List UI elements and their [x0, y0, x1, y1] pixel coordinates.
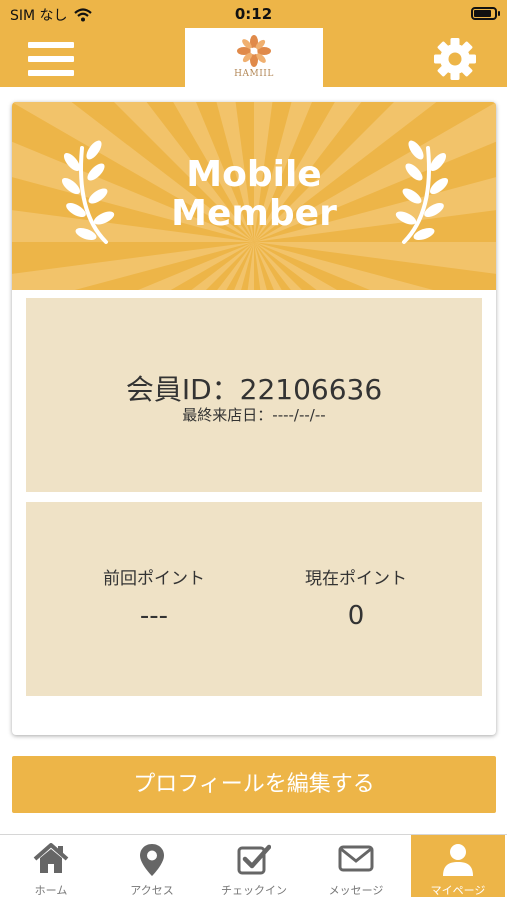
last-visit-date: 最終来店日：----/--/-- [182, 406, 326, 424]
tab-label: チェックイン [221, 884, 287, 897]
previous-points-value: --- [139, 601, 169, 631]
member-banner: Mobile Member [12, 102, 496, 290]
tab-label: メッセージ [328, 884, 384, 897]
banner-title-line2: Member [171, 193, 337, 234]
status-time: 0:12 [234, 5, 273, 23]
current-points-label: 現在ポイント [305, 569, 407, 589]
battery-fill [474, 10, 491, 17]
points-panel: 前回ポイント --- 現在ポイント 0 [26, 502, 482, 696]
map-pin-icon [140, 844, 164, 876]
current-points: 現在ポイント 0 [256, 564, 456, 631]
logo-text: HAMIIL [234, 69, 274, 79]
member-info-panel: 会員ID：22106636 最終来店日：----/--/-- [26, 298, 482, 492]
banner-title-line1: Mobile [186, 154, 322, 195]
tab-label: マイページ [430, 884, 486, 897]
tab-checkin[interactable]: チェックイン [207, 835, 301, 897]
battery-icon [471, 7, 500, 20]
sunburst-ray [12, 242, 254, 290]
member-id: 会員ID：22106636 [125, 373, 383, 406]
gear-icon[interactable] [432, 36, 478, 82]
checkbox-icon [237, 844, 271, 875]
banner-title: Mobile Member [12, 155, 496, 233]
current-points-value: 0 [347, 601, 365, 631]
app-logo: HAMIIL [185, 28, 323, 87]
envelope-icon [338, 845, 374, 872]
tab-mypage[interactable]: マイページ [411, 835, 505, 897]
tab-bar: ホーム アクセス チェックイン メッセージ マイページ [0, 834, 507, 900]
tab-label: アクセス [130, 884, 174, 897]
flower-logo-icon [237, 35, 271, 67]
hamburger-menu-icon[interactable] [28, 40, 76, 78]
home-icon [33, 843, 69, 873]
app-header: HAMIIL [0, 28, 507, 87]
tab-label: ホーム [34, 884, 68, 897]
member-card: Mobile Member 会員ID：22106636 最終来店日：----/-… [12, 102, 496, 735]
edit-profile-button[interactable]: プロフィールを編集する [12, 756, 496, 813]
status-bar: SIM なし 0:12 [0, 0, 507, 28]
tab-message[interactable]: メッセージ [309, 835, 403, 897]
previous-points: 前回ポイント --- [54, 564, 254, 631]
previous-points-label: 前回ポイント [103, 569, 205, 589]
tab-access[interactable]: アクセス [105, 835, 199, 897]
user-icon [443, 844, 473, 876]
tab-home[interactable]: ホーム [4, 835, 98, 897]
